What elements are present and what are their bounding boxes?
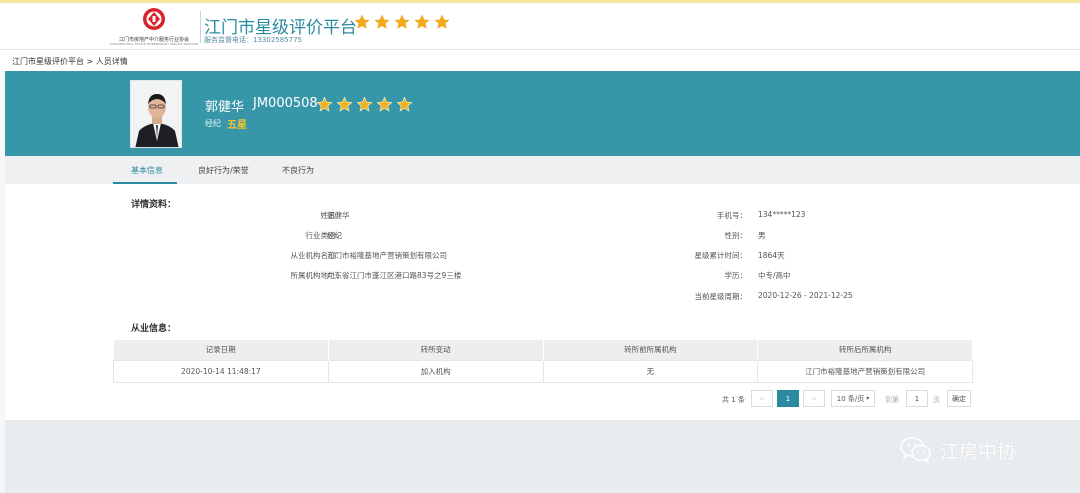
person-code: JM000508 [253,96,318,111]
field-value-education: 中专/高中 [758,271,791,280]
field-label-education: 学历： [724,271,748,280]
table-cell: 加入机构 [327,359,544,383]
column-header: 记录日期 [113,340,329,360]
profile-banner: 郭健华 JM000508 经纪 五星 [5,71,1080,156]
header-divider [200,11,201,43]
person-star-rating [316,96,413,113]
field-value-name: 郭健华 [327,211,350,220]
goto-page-input[interactable]: 1 [906,390,928,407]
page-number-button[interactable]: 1 [777,390,799,407]
person-photo-icon [131,81,181,147]
star-icon [336,96,353,112]
field-value-address: 广东省江门市蓬江区港口路83号之9三楼 [327,271,462,280]
column-header: 转所变动 [328,340,544,360]
prev-page-button[interactable]: < [751,390,773,407]
service-hotline: 服务监督电话：13302585775 [204,36,302,44]
confirm-button[interactable]: 确定 [947,390,971,407]
details-section-title: 详情资料： [131,200,177,210]
field-label-gender: 性别： [724,231,748,240]
page: 江门市房地产中介服务行业协会 JIANGMEN REAL ESTATE INTE… [0,0,1080,493]
star-icon [316,96,333,112]
pagination-total: 共 1 条 [722,396,745,404]
field-label-phone: 手机号： [717,211,747,220]
field-value-star-period: 2020-12-26 - 2021-12-25 [758,291,853,300]
breadcrumb[interactable]: 江门市星级评价平台 > 人员详情 [12,56,128,67]
tab-basic-info[interactable]: 基本信息 [131,165,163,176]
wechat-watermark: 江房中协 [900,436,1016,464]
field-value-company: 江门市裕隆基地产营销策划有限公司 [327,251,447,260]
field-value-gender: 男 [758,231,766,240]
header-star-rating [353,13,451,31]
site-header: 江门市房地产中介服务行业协会 JIANGMEN REAL ESTATE INTE… [0,3,1080,49]
page-size-value: 10 条/页 [836,394,865,403]
field-label-star-duration: 星级累计时间： [694,251,748,260]
next-page-button[interactable]: > [803,390,825,407]
star-icon [394,14,410,29]
wechat-icon [900,437,931,464]
watermark-text: 江房中协 [940,440,1017,463]
table-header-row: 记录日期 转所变动 转所前所属机构 转所后所属机构 [113,340,973,360]
field-label-star-period: 当前星级周期： [694,292,748,301]
caret-down-icon: ▾ [866,395,870,402]
column-header: 转所后所属机构 [757,340,973,360]
field-value-phone: 134*****123 [758,210,806,219]
field-value-industry: 经纪 [327,231,342,240]
table-row: 2020-10-14 11:48:17 加入机构 无 江门市裕隆基地产营销策划有… [113,359,973,383]
page-size-select[interactable]: 10 条/页 ▾ [831,390,875,407]
page-unit-label: 页 [933,396,940,404]
column-header: 转所前所属机构 [543,340,759,360]
logo-emblem-icon [143,8,165,30]
table-cell: 江门市裕隆基地产营销策划有限公司 [757,359,973,383]
person-type: 经纪 [205,119,221,128]
star-icon [396,96,413,112]
goto-label: 到第 [885,396,899,404]
logo-subtext: JIANGMEN REAL ESTATE INTERMEDIARY SERVIC… [110,42,198,46]
breadcrumb-bar: 江门市星级评价平台 > 人员详情 [0,49,1080,71]
star-icon [356,96,373,112]
table-cell: 2020-10-14 11:48:17 [113,359,329,383]
employment-table: 记录日期 转所变动 转所前所属机构 转所后所属机构 2020-10-14 11:… [113,340,973,383]
star-icon [374,14,390,29]
tab-bad-conduct[interactable]: 不良行为 [282,165,314,176]
tab-bar: 基本信息 良好行为/荣誉 不良行为 [5,156,1080,184]
person-level-badge: 五星 [227,120,247,131]
table-cell: 无 [542,359,759,383]
star-icon [376,96,393,112]
star-icon [414,14,430,29]
avatar [130,80,182,148]
employment-section-title: 从业信息： [131,324,177,334]
association-logo[interactable]: 江门市房地产中介服务行业协会 JIANGMEN REAL ESTATE INTE… [110,7,198,47]
person-name: 郭健华 [205,100,245,115]
star-icon [354,14,370,29]
detail-content: 详情资料： 姓名： 郭健华 行业类别： 经纪 从业机构名称： 江门市裕隆基地产营… [5,184,1080,420]
field-value-star-duration: 1864天 [758,251,785,260]
tab-good-conduct[interactable]: 良好行为/荣誉 [198,165,249,176]
star-icon [434,14,450,29]
